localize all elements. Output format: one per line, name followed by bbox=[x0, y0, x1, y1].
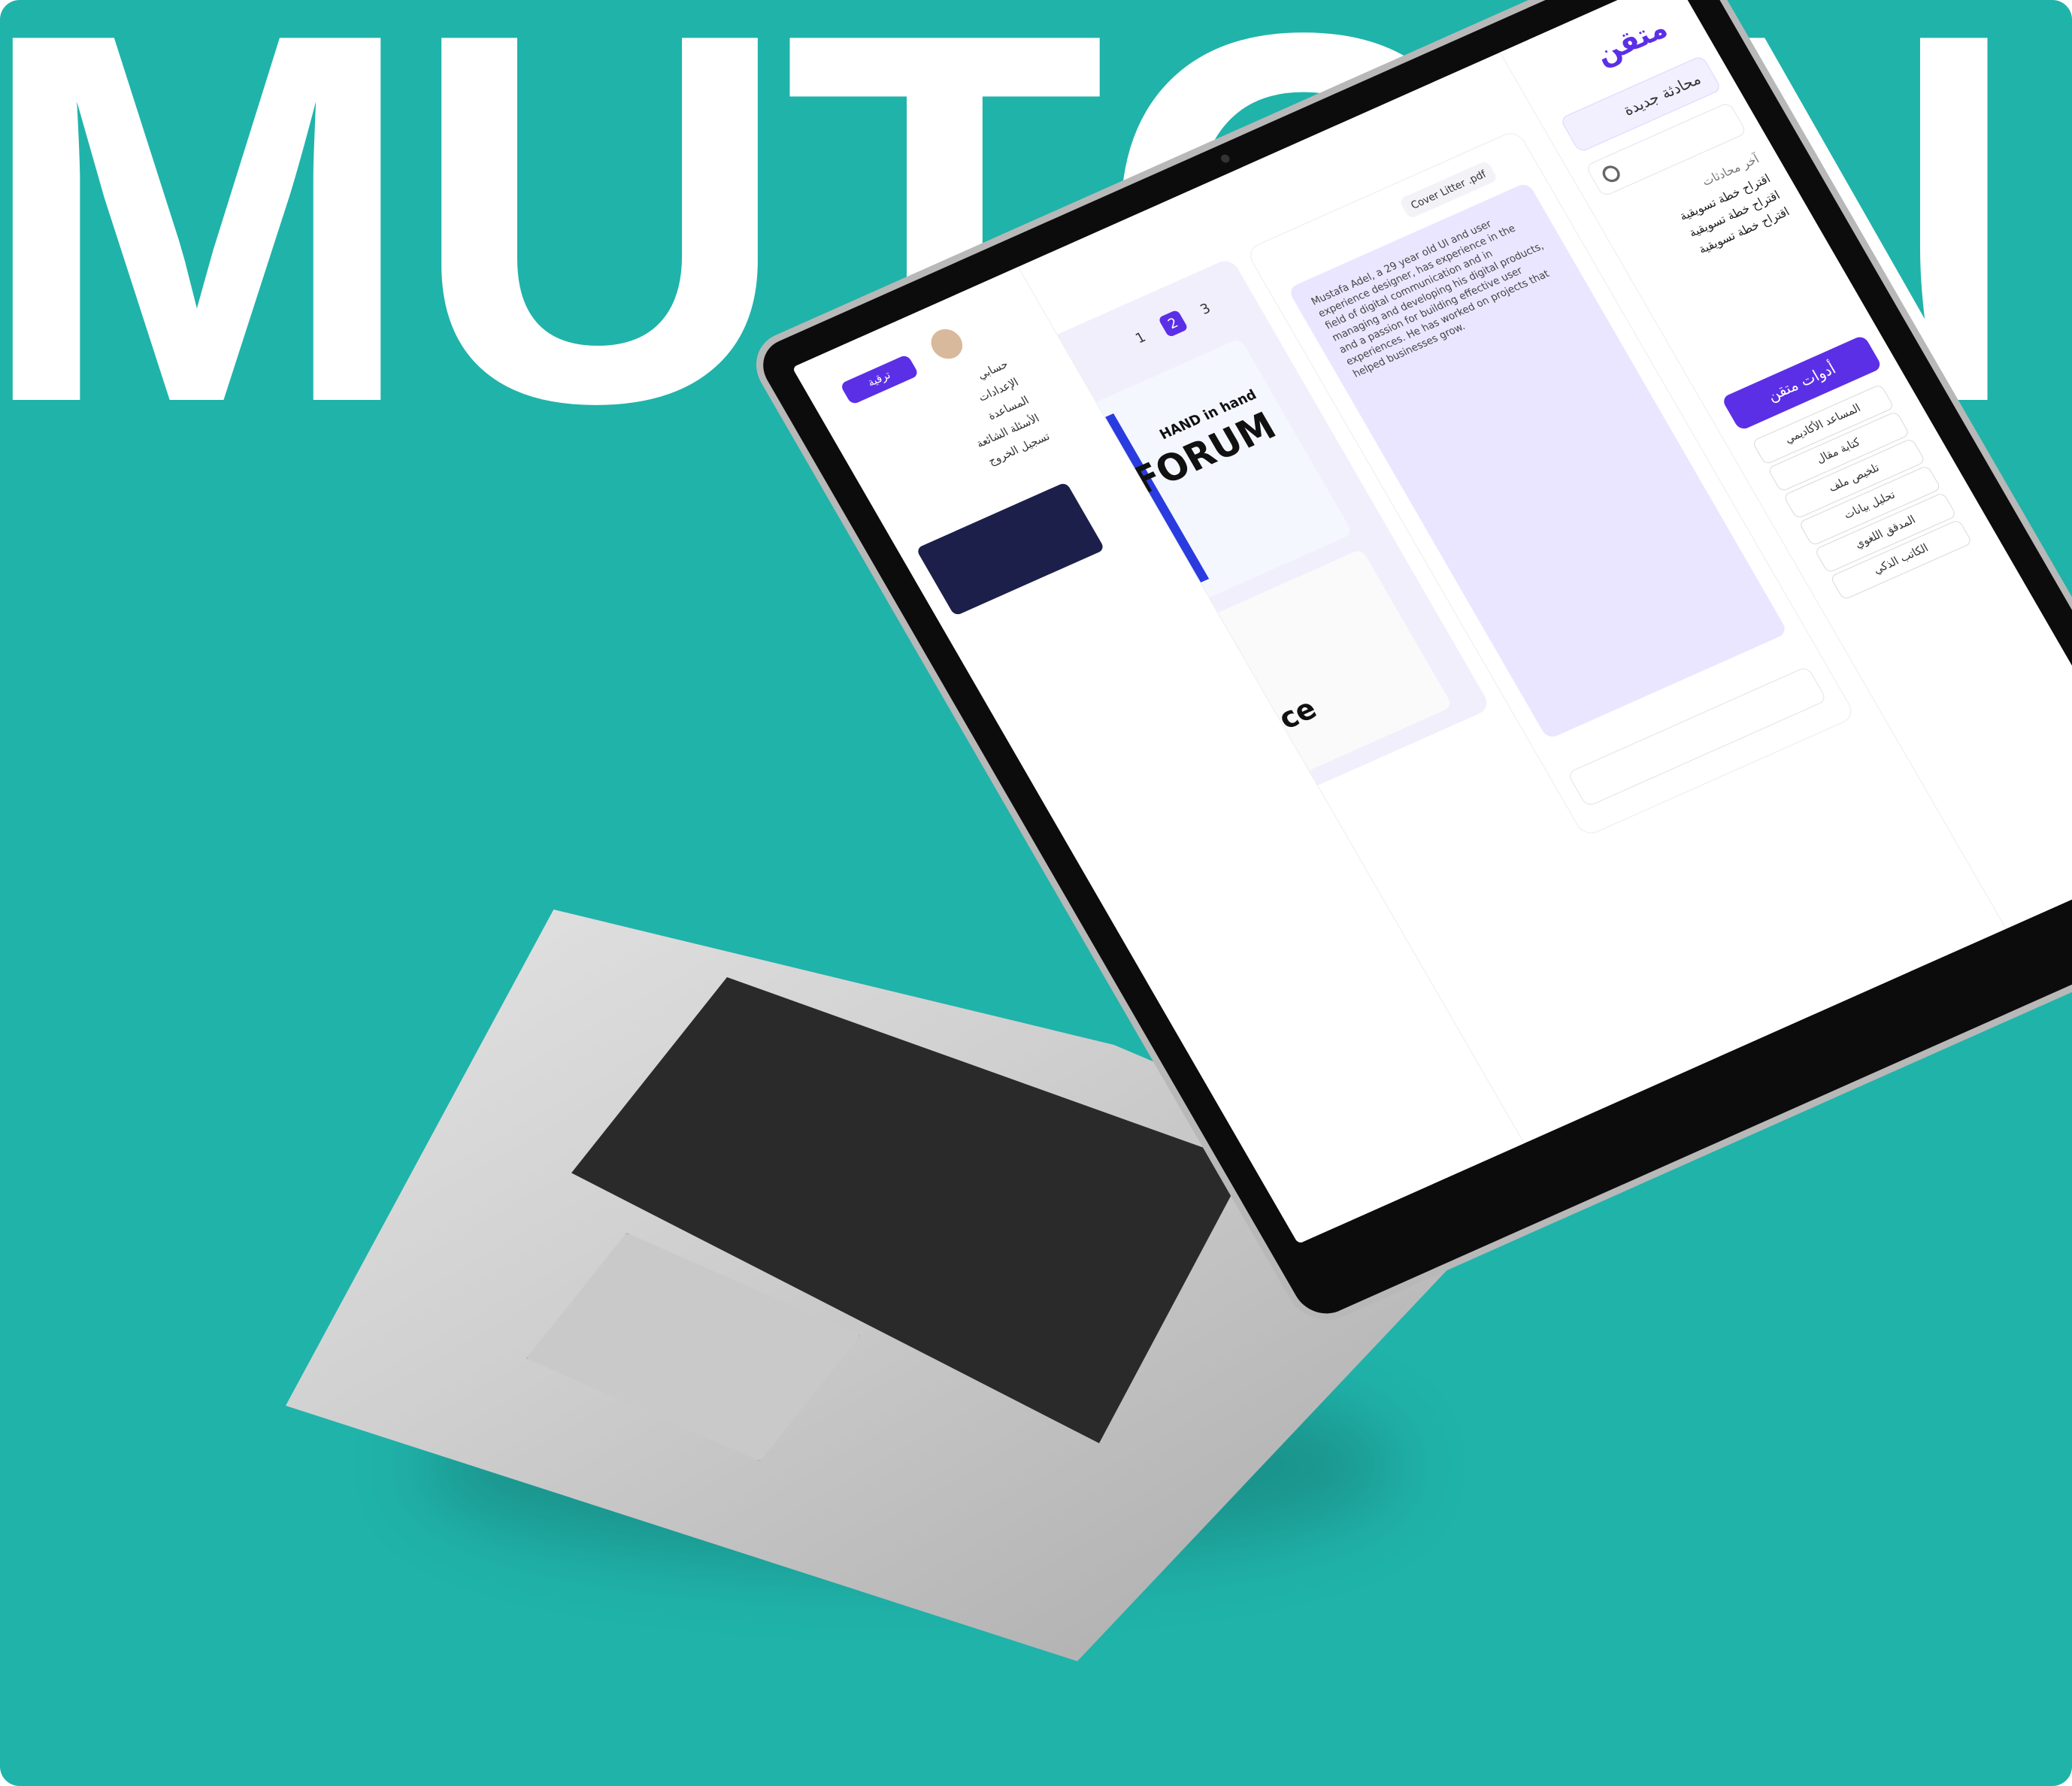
canvas-background: MUTQIN متقن محادثة جديدة آخر محادثات اقت… bbox=[0, 0, 2072, 1786]
page-1[interactable]: 1 bbox=[1125, 324, 1156, 353]
pager: 1 2 3 bbox=[1121, 293, 1225, 354]
page-2[interactable]: 2 bbox=[1157, 309, 1189, 338]
avatar[interactable] bbox=[925, 324, 968, 364]
page-3[interactable]: 3 bbox=[1190, 295, 1221, 323]
webcam-icon bbox=[1219, 153, 1231, 165]
upgrade-button[interactable]: ترقية bbox=[839, 353, 919, 406]
search-icon bbox=[1599, 162, 1623, 185]
chat-text: Mustafa Adel, a 29 year old UI and user … bbox=[1309, 217, 1552, 380]
preview-thumbnail bbox=[915, 481, 1105, 616]
app-logo: متقن bbox=[1588, 11, 1674, 71]
